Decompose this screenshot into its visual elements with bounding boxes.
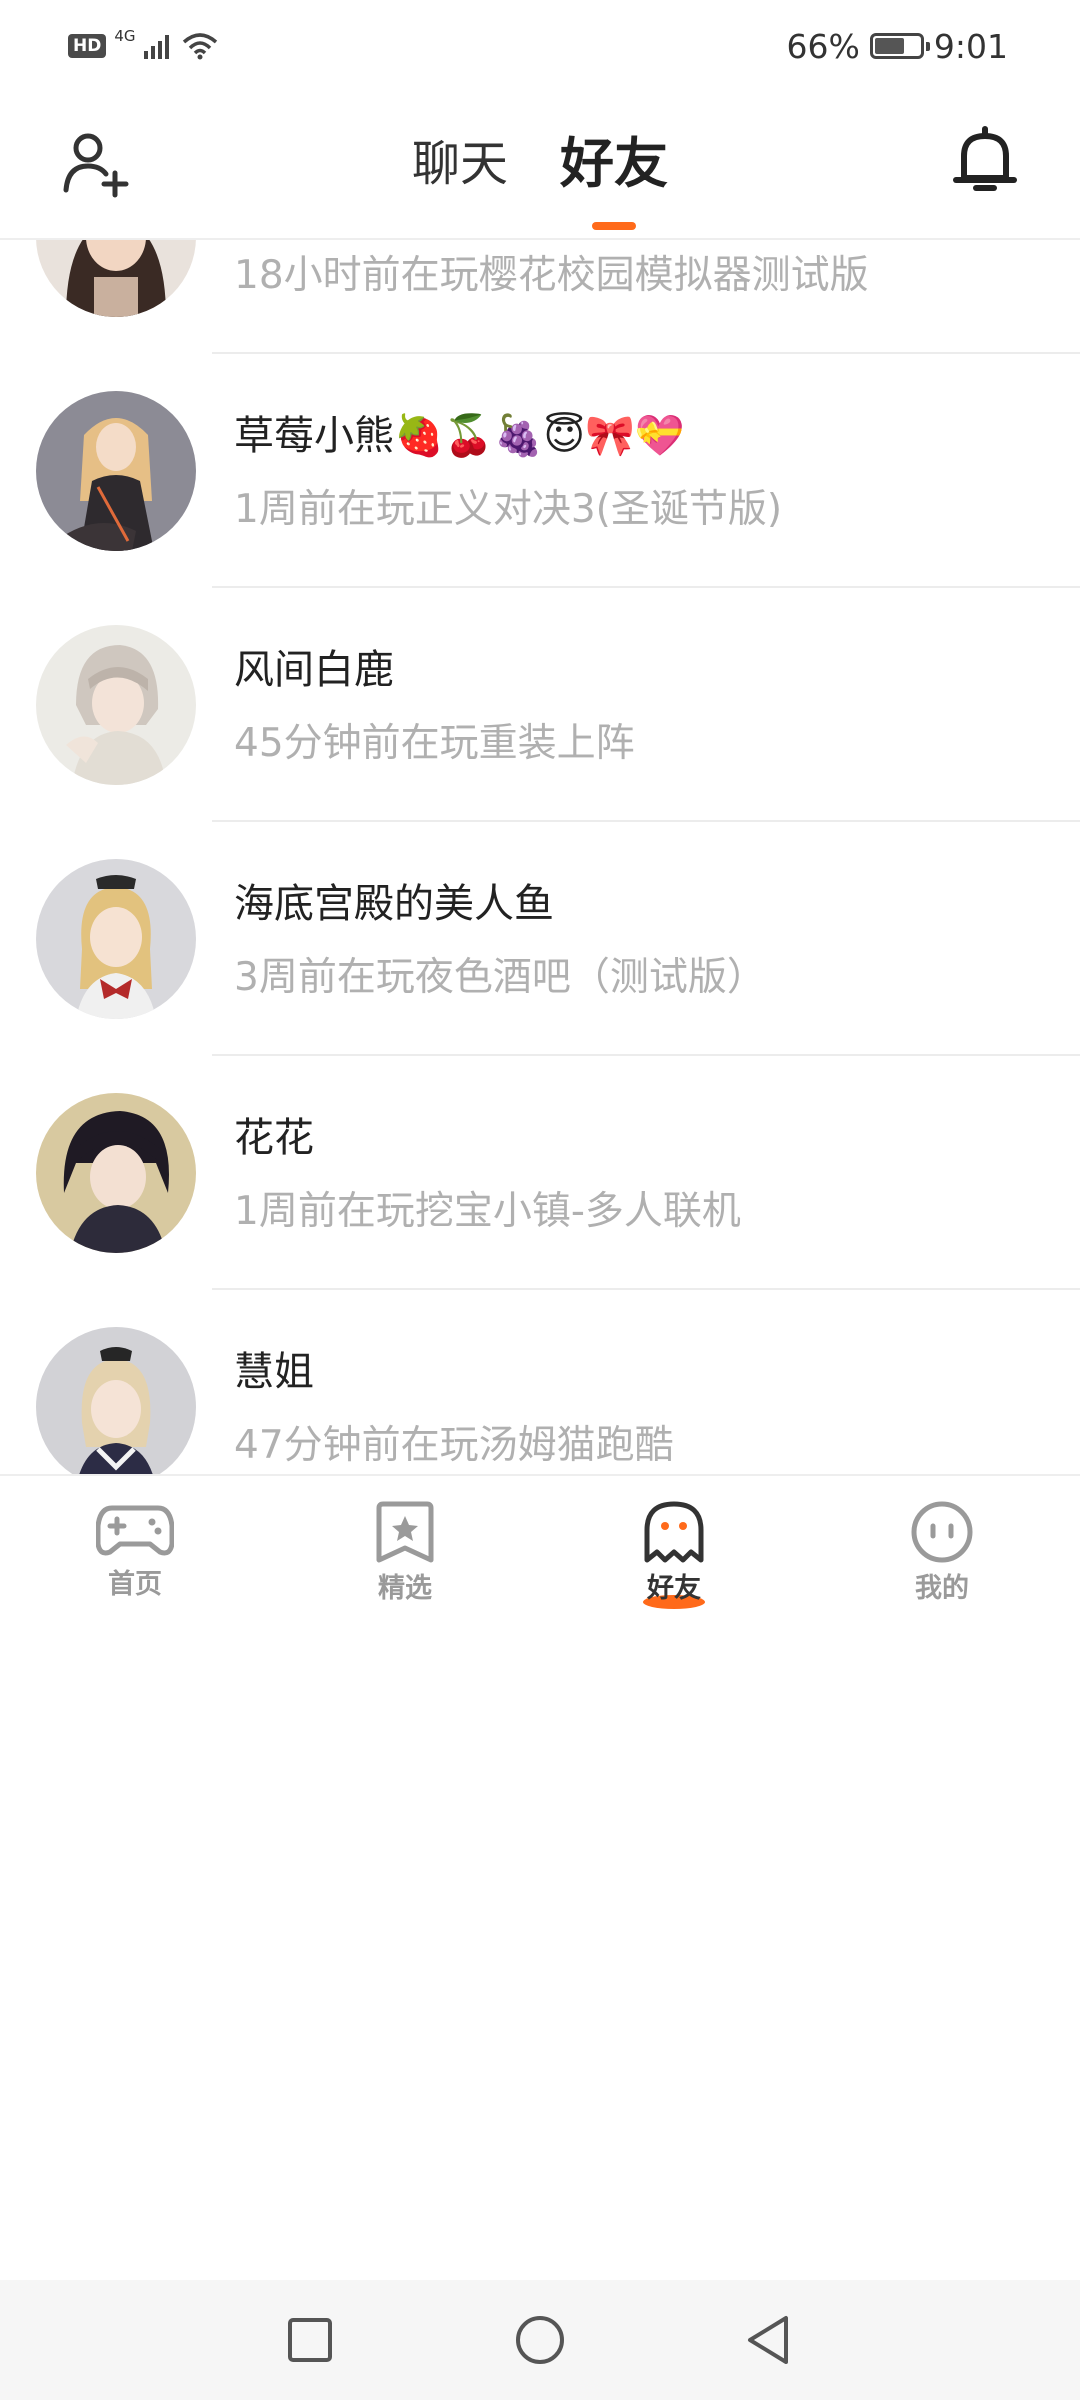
friend-activity: 18小时前在玩樱花校园模拟器测试版 xyxy=(234,253,869,298)
wifi-icon xyxy=(182,33,217,60)
back-triangle-icon[interactable] xyxy=(740,2310,800,2370)
nav-label: 好友 xyxy=(647,1573,701,1604)
nav-label: 首页 xyxy=(108,1569,162,1600)
gamepad-icon xyxy=(96,1505,174,1556)
battery-fill xyxy=(874,38,904,54)
nav-label: 我的 xyxy=(915,1573,969,1604)
system-nav-bar xyxy=(0,2280,1080,2400)
nav-mine[interactable]: 我的 xyxy=(862,1500,1022,1605)
tab-friends[interactable]: 好友 xyxy=(560,132,668,196)
avatar[interactable] xyxy=(36,1327,196,1474)
nav-home[interactable]: 首页 xyxy=(55,1500,215,1601)
nav-friends[interactable]: 好友 xyxy=(594,1500,754,1609)
friend-name: 慧姐 xyxy=(234,1349,314,1395)
avatar[interactable] xyxy=(36,1093,196,1253)
bookmark-star-icon xyxy=(376,1501,434,1563)
status-bar: HD 4G 66% 9:01 xyxy=(0,0,1080,92)
friend-name: 草莓小熊🍓🍒🍇😇🎀💝 xyxy=(234,413,685,459)
battery-icon xyxy=(869,33,930,59)
friend-activity: 1周前在玩正义对决3(圣诞节版) xyxy=(234,487,783,532)
friend-activity: 3周前在玩夜色酒吧（测试版） xyxy=(234,955,766,1000)
friend-name: 风间白鹿 xyxy=(234,647,394,693)
friend-item[interactable]: 花花 1周前在玩挖宝小镇-多人联机 xyxy=(0,1056,1080,1290)
network-type: 4G xyxy=(114,27,136,45)
status-right: 66% 9:01 xyxy=(787,24,1008,68)
tab-chat[interactable]: 聊天 xyxy=(412,132,508,196)
friend-activity: 45分钟前在玩重装上阵 xyxy=(234,721,635,766)
app-header: 聊天 好友 xyxy=(0,92,1080,240)
header-tabs: 聊天 好友 xyxy=(0,132,1080,196)
clock: 9:01 xyxy=(933,26,1008,66)
nav-featured[interactable]: 精选 xyxy=(325,1500,485,1605)
face-icon xyxy=(911,1501,973,1563)
nav-label: 精选 xyxy=(378,1573,432,1604)
friend-item[interactable]: 草莓小熊🍓🍒🍇😇🎀💝 1周前在玩正义对决3(圣诞节版) xyxy=(0,354,1080,588)
friend-item[interactable]: 18小时前在玩樱花校园模拟器测试版 xyxy=(0,238,1080,354)
home-circle-icon[interactable] xyxy=(510,2310,570,2370)
friend-item[interactable]: 慧姐 47分钟前在玩汤姆猫跑酷 xyxy=(0,1290,1080,1474)
friend-item[interactable]: 风间白鹿 45分钟前在玩重装上阵 xyxy=(0,588,1080,822)
friend-item[interactable]: 海底宫殿的美人鱼 3周前在玩夜色酒吧（测试版） xyxy=(0,822,1080,1056)
friend-name: 花花 xyxy=(234,1115,314,1161)
battery-percent: 66% xyxy=(786,26,860,66)
avatar[interactable] xyxy=(36,625,196,785)
avatar[interactable] xyxy=(36,859,196,1019)
status-left: HD 4G xyxy=(68,24,218,68)
ghost-icon xyxy=(644,1501,704,1563)
friend-activity: 1周前在玩挖宝小镇-多人联机 xyxy=(234,1189,741,1234)
bell-icon[interactable] xyxy=(952,126,1018,196)
recents-square-icon[interactable] xyxy=(280,2310,340,2370)
hd-badge: HD xyxy=(68,34,107,58)
avatar[interactable] xyxy=(36,391,196,551)
friend-list[interactable]: 18小时前在玩樱花校园模拟器测试版 草莓小熊🍓🍒🍇😇🎀💝 1周前在玩正义对决3(… xyxy=(0,238,1080,1474)
signal-icon xyxy=(143,35,169,59)
bottom-nav: 首页 精选 好友 我的 xyxy=(0,1474,1080,1626)
friend-activity: 47分钟前在玩汤姆猫跑酷 xyxy=(234,1423,674,1468)
friend-name: 海底宫殿的美人鱼 xyxy=(234,881,554,927)
avatar[interactable] xyxy=(36,238,196,317)
